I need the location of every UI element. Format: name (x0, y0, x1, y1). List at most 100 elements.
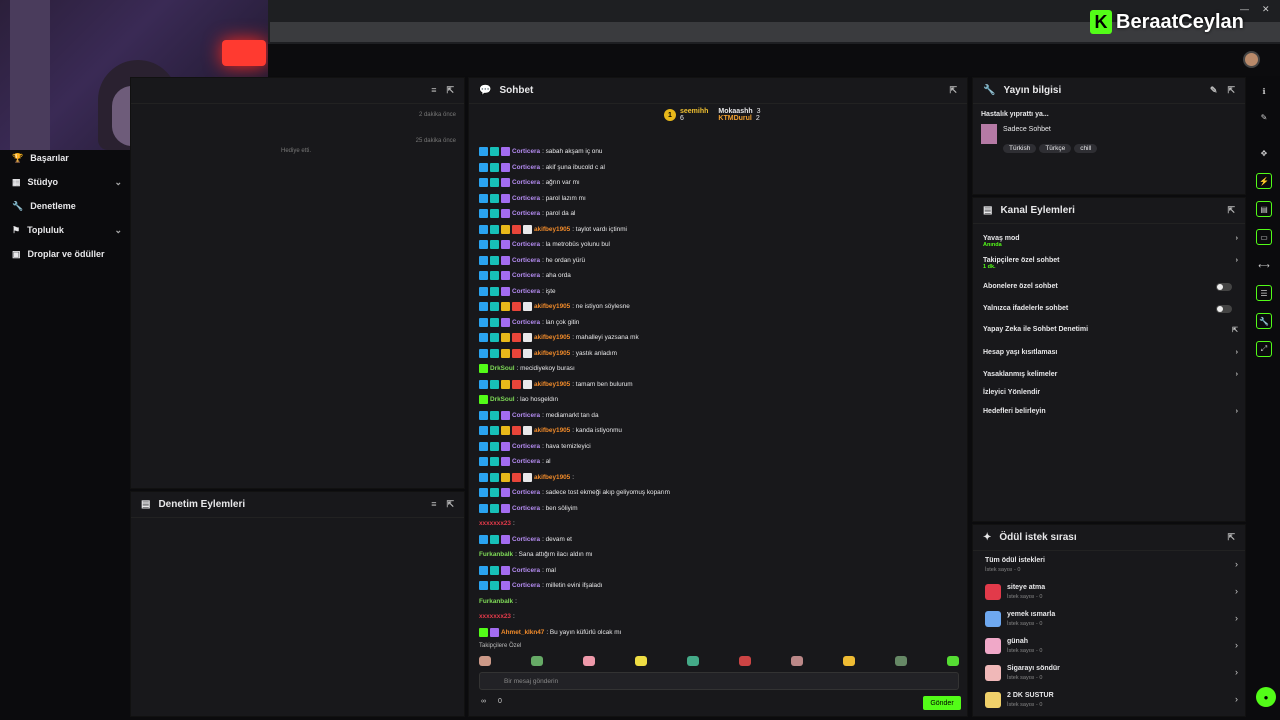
chat-username[interactable]: akifbey1905 (534, 381, 570, 388)
chat-username[interactable]: Corticera (512, 195, 540, 202)
chat-username[interactable]: Corticera (512, 582, 540, 589)
tag[interactable]: Türkçe (1039, 144, 1072, 153)
popout-icon[interactable]: ⇱ (1227, 532, 1235, 543)
chat-username[interactable]: Corticera (512, 443, 540, 450)
chat-input[interactable]: Bir mesaj gönderin (479, 672, 959, 690)
toggle-switch[interactable] (1216, 283, 1232, 291)
chat-username[interactable]: akifbey1905 (534, 226, 570, 233)
tag[interactable]: Türkish (1003, 144, 1037, 153)
chat-username[interactable]: Corticera (512, 288, 540, 295)
emote-icon[interactable] (843, 656, 855, 666)
chat-username[interactable]: akifbey1905 (534, 350, 570, 357)
chat-message: xxxxxxx23: (479, 609, 959, 625)
chat-username[interactable]: Corticera (512, 536, 540, 543)
chat-username[interactable]: Corticera (512, 241, 540, 248)
channel-action-row[interactable]: Hedefleri belirleyin › (983, 408, 1238, 415)
emote-icon[interactable] (791, 656, 803, 666)
chat-username[interactable]: Corticera (512, 567, 540, 574)
channel-action-row[interactable]: Yasaklanmış kelimeler › (983, 371, 1238, 378)
chat-username[interactable]: akifbey1905 (534, 303, 570, 310)
close-icon[interactable]: ✕ (1262, 4, 1270, 15)
infinity-icon[interactable]: ∞ (481, 698, 486, 705)
emote-icon[interactable] (583, 656, 595, 666)
expand-icon[interactable]: ✥ (1256, 145, 1272, 161)
chat-username[interactable]: DrkSoul (490, 365, 515, 372)
chat-username[interactable]: Corticera (512, 164, 540, 171)
popout-icon[interactable]: ⇱ (1227, 205, 1235, 216)
link-icon[interactable]: ⟷ (1256, 257, 1272, 273)
chat-username[interactable]: Corticera (512, 257, 540, 264)
filter-icon[interactable]: ≡ (431, 499, 436, 510)
toggle-switch[interactable] (1216, 305, 1232, 313)
chat-username[interactable]: Corticera (512, 210, 540, 217)
badge-icon (490, 317, 499, 327)
channel-action-row[interactable]: Yavaş mod Anında › (983, 235, 1238, 248)
emote-icon[interactable] (479, 656, 491, 666)
chat-username[interactable]: xxxxxxx23 (479, 613, 511, 620)
reward-row[interactable]: Sigarayı söndür İstek sayısı - 0 › (983, 663, 1238, 685)
emote-icon[interactable] (739, 656, 751, 666)
box-count[interactable]: 0 (498, 698, 502, 705)
emote-icon[interactable] (635, 656, 647, 666)
tag[interactable]: chill (1074, 144, 1098, 153)
channel-action-row[interactable]: Takipçilere özel sohbet 1 dk. › (983, 257, 1238, 270)
chat-username[interactable]: Corticera (512, 505, 540, 512)
chat-text: : (513, 520, 515, 528)
edit-icon[interactable]: ✎ (1210, 85, 1218, 96)
chat-username[interactable]: Ahmet_klkn47 (501, 629, 544, 636)
sidebar-item-studio[interactable]: ▦ Stüdyo ⌄ (12, 174, 122, 190)
chat-username[interactable]: Corticera (512, 148, 540, 155)
badge-icon (490, 271, 499, 281)
all-rewards-row[interactable]: Tüm ödül istekleri İstek sayısı - 0 › (983, 555, 1238, 577)
emote-icon[interactable] (947, 656, 959, 666)
reward-row[interactable]: 2 DK SUSTUR İstek sayısı - 0 › (983, 690, 1238, 712)
streamer-brand: K BeraatCeylan (1090, 8, 1244, 36)
lightning-icon[interactable]: ⚡ (1256, 173, 1272, 189)
edit-icon[interactable]: ✎ (1256, 109, 1272, 125)
reward-row[interactable]: günah İstek sayısı - 0 › (983, 636, 1238, 658)
sidebar-item-community[interactable]: ⚑ Topluluk ⌄ (12, 222, 122, 238)
sidebar-item-achievements[interactable]: 🏆 Başarılar (12, 150, 122, 166)
popout-icon[interactable]: ⇱ (1227, 85, 1235, 96)
sidebar-item-drops[interactable]: ▣ Droplar ve ödüller (12, 246, 122, 262)
chat-username[interactable]: Furkanbalk (479, 598, 513, 605)
channel-action-row[interactable]: Yalnızca ifadelerle sohbet (983, 305, 1238, 313)
chat-username[interactable]: Corticera (512, 412, 540, 419)
chat-username[interactable]: xxxxxxx23 (479, 520, 511, 527)
user-avatar[interactable] (1243, 51, 1260, 68)
chat-username[interactable]: akifbey1905 (534, 334, 570, 341)
chat-username[interactable]: Corticera (512, 458, 540, 465)
info-icon[interactable]: ℹ (1256, 83, 1272, 99)
channel-action-row[interactable]: Hesap yaşı kısıtlaması › (983, 349, 1238, 356)
channel-action-row[interactable]: Yapay Zeka ile Sohbet Denetimi ⇱ (983, 326, 1238, 334)
sidebar-item-moderation[interactable]: 🔧 Denetleme (12, 198, 122, 214)
badge-icon (490, 581, 499, 591)
filter-icon[interactable]: ≡ (431, 85, 436, 96)
chat-username[interactable]: Corticera (512, 179, 540, 186)
send-button[interactable]: Gönder (923, 696, 961, 710)
chat-username[interactable]: Corticera (512, 489, 540, 496)
reward-row[interactable]: siteye atma İstek sayısı - 0 › (983, 582, 1238, 604)
layout-icon[interactable]: ☰ (1256, 285, 1272, 301)
chat-icon[interactable]: ▭ (1256, 229, 1272, 245)
page-icon[interactable]: ▤ (1256, 201, 1272, 217)
channel-action-row[interactable]: Abonelere özel sohbet (983, 283, 1238, 291)
emote-icon[interactable] (531, 656, 543, 666)
chat-username[interactable]: DrkSoul (490, 396, 515, 403)
popout-icon[interactable]: ⇱ (446, 499, 454, 510)
chat-username[interactable]: Corticera (512, 319, 540, 326)
chat-username[interactable]: akifbey1905 (534, 474, 570, 481)
reward-row[interactable]: yemek ısmarla İstek sayısı - 0 › (983, 609, 1238, 631)
channel-action-row[interactable]: İzleyici Yönlendir (983, 389, 1238, 396)
chat-text: : hava temizleyici (542, 442, 591, 450)
chat-username[interactable]: Furkanbalk (479, 551, 513, 558)
support-icon[interactable]: ● (1256, 687, 1276, 707)
wrench-icon[interactable]: 🔧 (1256, 313, 1272, 329)
popout-icon[interactable]: ⇱ (949, 85, 957, 96)
share-icon[interactable]: ⤢ (1256, 341, 1272, 357)
chat-username[interactable]: Corticera (512, 272, 540, 279)
chat-username[interactable]: akifbey1905 (534, 427, 570, 434)
emote-icon[interactable] (687, 656, 699, 666)
emote-icon[interactable] (895, 656, 907, 666)
popout-icon[interactable]: ⇱ (446, 85, 454, 96)
